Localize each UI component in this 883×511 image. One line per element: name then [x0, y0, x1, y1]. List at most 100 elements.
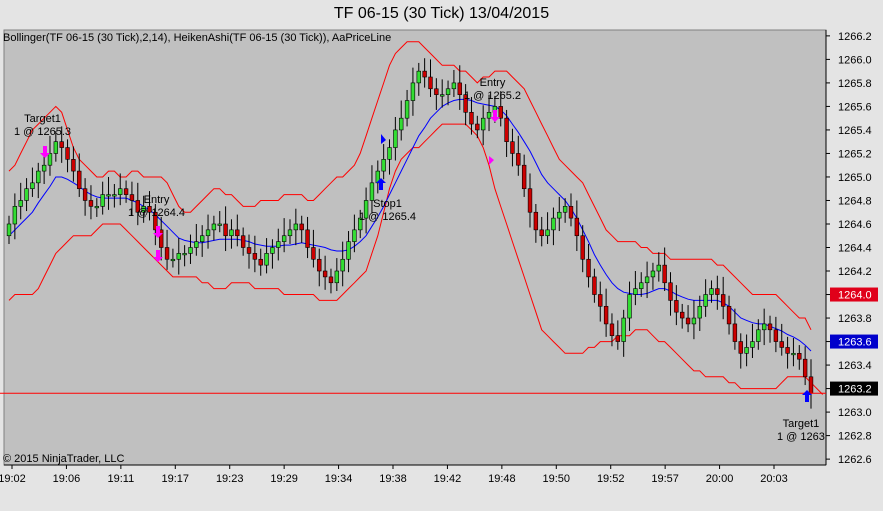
y-tick-label: 1262.8: [838, 431, 872, 443]
candle-body: [650, 270, 656, 278]
x-tick-label: 19:23: [216, 473, 244, 485]
candle-body: [293, 223, 299, 231]
candle-body: [170, 258, 176, 262]
candle-body: [281, 235, 287, 242]
candle-body: [199, 235, 205, 242]
y-tick-label: 1264.6: [838, 219, 872, 231]
candle-body: [557, 211, 562, 219]
candle-body: [703, 294, 708, 307]
candle-body: [223, 223, 228, 237]
y-tick-label: 1264.2: [838, 266, 872, 278]
annotation-line1: Entry: [143, 194, 170, 206]
candle-body: [434, 88, 439, 95]
candle-body: [627, 294, 632, 319]
candle-body: [346, 241, 351, 260]
candle-body: [381, 159, 386, 172]
candle-body: [164, 247, 170, 260]
candle-body: [668, 282, 673, 301]
candle-body: [521, 164, 527, 190]
indicators-label: Bollinger(TF 06-15 (30 Tick),2,14), Heik…: [3, 32, 392, 44]
candle-body: [498, 106, 503, 119]
candle-body: [317, 258, 322, 272]
y-tick-label: 1265.8: [838, 78, 872, 90]
chart-window: TF 06-15 (30 Tick) 13/04/2015 1262.6 1262…: [0, 0, 883, 511]
annotation-line1: Stop1: [373, 198, 402, 210]
candle-body: [639, 282, 644, 289]
candle-body: [118, 188, 123, 195]
candle-body: [480, 117, 486, 131]
candle-body: [562, 206, 568, 213]
y-tick-label: 1266.0: [838, 54, 872, 66]
x-tick-label: 19:29: [270, 473, 298, 485]
candle-body: [539, 229, 544, 237]
candle-body: [721, 294, 726, 307]
price-chart[interactable]: 1262.6 1262.8 1263.0 1263.2 1263.4 1263.6 1263…: [0, 0, 883, 511]
candle-body: [568, 206, 574, 219]
candle-body: [399, 117, 404, 131]
candle-body: [47, 153, 53, 166]
candle-body: [797, 353, 802, 360]
candle-body: [205, 229, 211, 237]
candle-body: [504, 117, 509, 142]
candle-body: [217, 223, 222, 226]
candle-body: [674, 300, 679, 313]
candle-body: [440, 94, 445, 97]
x-tick-label: 19:50: [543, 473, 571, 485]
x-tick-label: 19:11: [107, 473, 134, 485]
x-tick-label: 19:48: [488, 473, 516, 485]
candle-body: [779, 341, 784, 348]
candle-body: [334, 270, 340, 284]
candle-body: [305, 229, 310, 248]
candle-body: [475, 123, 480, 131]
candle-body: [715, 288, 720, 295]
candle-body: [340, 258, 345, 272]
x-tick-label: 19:38: [379, 473, 407, 485]
candle-body: [252, 253, 258, 260]
candle-body: [744, 347, 749, 354]
candle-body: [773, 329, 779, 342]
candle-body: [182, 253, 187, 256]
candle-body: [445, 88, 451, 95]
candle-body: [633, 288, 638, 295]
candle-body: [697, 305, 702, 319]
candle-body: [422, 70, 427, 78]
candle-body: [726, 305, 732, 325]
y-tick-label: 1263.0: [838, 407, 872, 419]
candle-body: [516, 153, 521, 166]
y-tick-label: 1266.2: [838, 31, 872, 43]
candle-body: [598, 294, 603, 307]
annotation-line1: Target1: [24, 113, 61, 125]
candle-body: [551, 217, 556, 231]
candle-body: [229, 229, 234, 237]
x-tick-label: 19:42: [434, 473, 462, 485]
candle-body: [691, 317, 697, 325]
candle-body: [662, 264, 667, 284]
y-tick-label: 1265.0: [838, 172, 872, 184]
annotation-target1-left: Target1 1 @ 1265.3: [14, 113, 71, 139]
x-tick-label: 20:00: [706, 473, 734, 485]
candle-body: [756, 329, 761, 342]
y-tick-label: 1265.2: [838, 148, 872, 160]
candle-body: [533, 211, 539, 231]
candle-body: [82, 188, 88, 201]
candle-body: [276, 241, 281, 248]
x-tick-label: 19:02: [0, 473, 26, 485]
candle-body: [738, 341, 743, 354]
candle-body: [545, 229, 550, 237]
candle-body: [404, 100, 410, 119]
candle-body: [808, 376, 814, 394]
candle-body: [235, 229, 240, 237]
x-tick-label: 19:34: [325, 473, 353, 485]
price-tag-label: 1264.0: [838, 290, 872, 302]
candle-body: [469, 111, 474, 125]
candle-body: [194, 241, 199, 248]
candle-body: [71, 159, 76, 172]
candle-body: [527, 188, 533, 213]
candle-body: [106, 194, 111, 197]
candle-body: [328, 276, 334, 284]
annotation-line2: 1 @ 1263: [777, 431, 825, 443]
y-tick-label: 1265.4: [838, 125, 872, 137]
candle-body: [18, 200, 23, 207]
candle-body: [393, 129, 398, 148]
candle-body: [609, 323, 615, 336]
